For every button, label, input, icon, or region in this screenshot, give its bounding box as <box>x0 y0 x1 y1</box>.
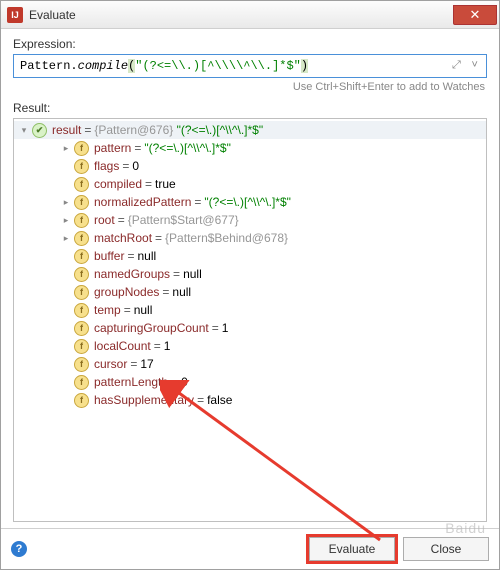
field-name: compiled <box>94 175 142 193</box>
field-badge-icon: f <box>74 231 89 246</box>
field-value: 0 <box>132 157 139 175</box>
field-name: result <box>52 121 81 139</box>
field-name: pattern <box>94 139 131 157</box>
chevron-right-icon[interactable]: ▸ <box>60 193 72 211</box>
field-value: {Pattern$Start@677} <box>128 211 239 229</box>
window-title: Evaluate <box>29 8 453 22</box>
field-name: buffer <box>94 247 124 265</box>
field-name: root <box>94 211 115 229</box>
field-row[interactable]: ▸fhasSupplementary = false <box>14 391 486 409</box>
field-value: 17 <box>140 355 153 373</box>
field-badge-icon: f <box>74 177 89 192</box>
result-root-row[interactable]: ▾ ✔ result = {Pattern@676} "(?<=\.)[^\\^… <box>14 121 486 139</box>
field-row[interactable]: ▸fnamedGroups = null <box>14 265 486 283</box>
field-value: true <box>155 175 176 193</box>
field-badge-icon: f <box>74 285 89 300</box>
field-badge-icon: f <box>74 159 89 174</box>
result-badge-icon: ✔ <box>32 123 47 138</box>
field-row[interactable]: ▸fcursor = 17 <box>14 355 486 373</box>
result-label: Result: <box>13 101 487 115</box>
field-value: "(?<=\.)[^\\^\.]*$" <box>204 193 290 211</box>
dialog-content: Expression: Pattern.compile("(?<=\\.)[^\… <box>1 29 499 528</box>
field-badge-icon: f <box>74 375 89 390</box>
field-row[interactable]: ▸fcompiled = true <box>14 175 486 193</box>
field-value: null <box>134 301 153 319</box>
help-icon[interactable]: ? <box>11 541 27 557</box>
field-badge-icon: f <box>74 267 89 282</box>
field-badge-icon: f <box>74 195 89 210</box>
field-badge-icon: f <box>74 213 89 228</box>
expression-code: Pattern.compile("(?<=\\.)[^\\\\^\\.]*$") <box>20 59 452 73</box>
field-name: hasSupplementary <box>94 391 194 409</box>
field-row[interactable]: ▸fflags = 0 <box>14 157 486 175</box>
field-badge-icon: f <box>74 249 89 264</box>
chevron-right-icon[interactable]: ▸ <box>60 211 72 229</box>
field-value: null <box>137 247 156 265</box>
expression-input[interactable]: Pattern.compile("(?<=\\.)[^\\\\^\\.]*$")… <box>13 54 487 78</box>
field-row[interactable]: ▸fcapturingGroupCount = 1 <box>14 319 486 337</box>
field-objref: {Pattern@676} <box>94 121 173 139</box>
field-name: capturingGroupCount <box>94 319 209 337</box>
field-row[interactable]: ▸fmatchRoot = {Pattern$Behind@678} <box>14 229 486 247</box>
expand-icon[interactable]: ⤢ ˅ <box>452 60 480 72</box>
app-icon: IJ <box>7 7 23 23</box>
field-name: cursor <box>94 355 127 373</box>
field-badge-icon: f <box>74 141 89 156</box>
field-name: patternLength <box>94 373 168 391</box>
field-badge-icon: f <box>74 357 89 372</box>
expression-label: Expression: <box>13 37 487 51</box>
chevron-right-icon[interactable]: ▸ <box>60 139 72 157</box>
chevron-down-icon[interactable]: ▾ <box>18 121 30 139</box>
hint-text: Use Ctrl+Shift+Enter to add to Watches <box>13 81 485 93</box>
evaluate-button[interactable]: Evaluate <box>309 537 395 561</box>
field-value: "(?<=\.)[^\\^\.]*$" <box>144 139 230 157</box>
titlebar[interactable]: IJ Evaluate ✕ <box>1 1 499 29</box>
field-row[interactable]: ▸fnormalizedPattern = "(?<=\.)[^\\^\.]*$… <box>14 193 486 211</box>
field-name: localCount <box>94 337 151 355</box>
field-value: 1 <box>222 319 229 337</box>
field-name: groupNodes <box>94 283 159 301</box>
field-value: "(?<=\.)[^\\^\.]*$" <box>177 121 263 139</box>
field-name: namedGroups <box>94 265 170 283</box>
close-icon[interactable]: ✕ <box>453 5 497 25</box>
field-row[interactable]: ▸fpatternLength = 0 <box>14 373 486 391</box>
field-value: 0 <box>181 373 188 391</box>
field-row[interactable]: ▸froot = {Pattern$Start@677} <box>14 211 486 229</box>
field-value: {Pattern$Behind@678} <box>165 229 288 247</box>
close-button[interactable]: Close <box>403 537 489 561</box>
field-row[interactable]: ▸fgroupNodes = null <box>14 283 486 301</box>
field-value: 1 <box>164 337 171 355</box>
field-badge-icon: f <box>74 321 89 336</box>
dialog-footer: ? Evaluate Close <box>1 528 499 569</box>
field-value: null <box>183 265 202 283</box>
field-row[interactable]: ▸flocalCount = 1 <box>14 337 486 355</box>
field-name: flags <box>94 157 119 175</box>
field-row[interactable]: ▸ftemp = null <box>14 301 486 319</box>
field-value: false <box>207 391 232 409</box>
field-name: matchRoot <box>94 229 152 247</box>
field-badge-icon: f <box>74 339 89 354</box>
result-tree[interactable]: ▾ ✔ result = {Pattern@676} "(?<=\.)[^\\^… <box>13 118 487 522</box>
field-name: normalizedPattern <box>94 193 191 211</box>
field-row[interactable]: ▸fpattern = "(?<=\.)[^\\^\.]*$" <box>14 139 486 157</box>
field-badge-icon: f <box>74 303 89 318</box>
evaluate-dialog: IJ Evaluate ✕ Expression: Pattern.compil… <box>0 0 500 570</box>
field-badge-icon: f <box>74 393 89 408</box>
field-name: temp <box>94 301 121 319</box>
field-value: null <box>172 283 191 301</box>
field-row[interactable]: ▸fbuffer = null <box>14 247 486 265</box>
chevron-right-icon[interactable]: ▸ <box>60 229 72 247</box>
